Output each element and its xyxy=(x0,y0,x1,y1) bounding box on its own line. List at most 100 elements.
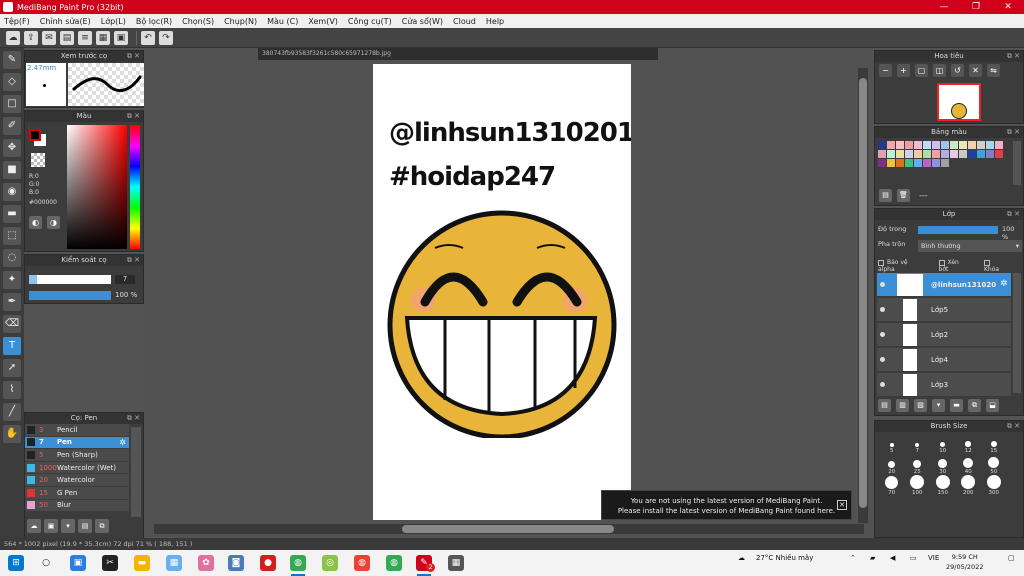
system-clock[interactable]: 9:59 CH 29/05/2022 xyxy=(946,552,983,572)
brush-size-value[interactable]: 7 xyxy=(115,275,135,284)
fit-icon[interactable]: ▢ xyxy=(915,64,928,77)
record-icon[interactable]: ● xyxy=(260,555,276,571)
brush-size-option[interactable]: 15 xyxy=(981,433,1007,454)
brush-size-option[interactable]: 7 xyxy=(905,433,931,454)
palette-swatch[interactable] xyxy=(896,141,904,149)
scroll-thumb[interactable] xyxy=(402,525,614,533)
visibility-eye-icon[interactable] xyxy=(880,307,885,312)
brush-item[interactable]: 5 Pen (Sharp) xyxy=(25,449,129,462)
select-pen-tool-icon[interactable]: ✒ xyxy=(3,293,21,311)
brush-size-option[interactable]: 200 xyxy=(956,475,982,496)
brush-size-option[interactable]: 300 xyxy=(981,475,1007,496)
brush-size-option[interactable]: 100 xyxy=(905,475,931,496)
fill-shape-tool-icon[interactable]: ■ xyxy=(3,161,21,179)
lock-checkbox[interactable]: Khóa xyxy=(984,259,1014,273)
close-icon[interactable]: ✕ xyxy=(837,500,847,510)
redo-icon[interactable]: ↷ xyxy=(159,30,173,45)
duplicate-brush-icon[interactable]: ▤ xyxy=(78,519,92,533)
visibility-eye-icon[interactable] xyxy=(880,357,885,362)
palette-swatch[interactable] xyxy=(959,150,967,158)
comment-icon[interactable]: ✉ xyxy=(42,30,56,45)
color-history-icon[interactable]: ◑ xyxy=(47,216,60,229)
palette-swatch[interactable] xyxy=(977,141,985,149)
layer-row[interactable]: Lớp2 xyxy=(877,323,1011,347)
palette-scrollbar[interactable] xyxy=(1013,141,1021,185)
palette-swatch[interactable] xyxy=(986,150,994,158)
menu-filter[interactable]: Bộ lọc(R) xyxy=(136,17,172,26)
palette-swatch[interactable] xyxy=(914,159,922,167)
palette-swatch[interactable] xyxy=(905,141,913,149)
brush-item[interactable]: 1000 Watercolor (Wet) xyxy=(25,461,129,475)
document-tab[interactable]: 380743fb93583f3261c580c65971278b.jpg xyxy=(258,48,658,60)
palette-swatch[interactable] xyxy=(968,150,976,158)
palette-swatch[interactable] xyxy=(887,150,895,158)
palette-swatch[interactable] xyxy=(968,141,976,149)
panel-close-icon[interactable]: ⧉ ✕ xyxy=(127,111,140,122)
layer-row[interactable]: Lớp3 xyxy=(877,373,1011,397)
palette-swatch[interactable] xyxy=(941,141,949,149)
palette-swatch[interactable] xyxy=(896,150,904,158)
share-icon[interactable]: ⇪ xyxy=(24,30,38,45)
camera-icon[interactable]: ◙ xyxy=(228,555,244,571)
brush-size-option[interactable]: 70 xyxy=(879,475,905,496)
grid-icon[interactable]: ▦ xyxy=(96,30,110,45)
layer-row[interactable]: Lớp4 xyxy=(877,348,1011,372)
new-8bit-layer-icon[interactable]: ▧ xyxy=(914,399,927,412)
palette-swatch[interactable] xyxy=(950,150,958,158)
text-tool-icon[interactable]: T xyxy=(3,337,21,355)
brush-size-option[interactable]: 30 xyxy=(930,454,956,475)
menu-cloud[interactable]: Cloud xyxy=(453,17,476,26)
brush-size-option[interactable]: 20 xyxy=(879,454,905,475)
palette-swatch[interactable] xyxy=(941,150,949,158)
palette-swatch[interactable] xyxy=(914,150,922,158)
menu-color[interactable]: Màu (C) xyxy=(267,17,298,26)
visibility-eye-icon[interactable] xyxy=(880,282,885,287)
palette-swatch[interactable] xyxy=(959,141,967,149)
menu-view[interactable]: Xem(V) xyxy=(308,17,338,26)
clipping-checkbox[interactable]: Xén bớt xyxy=(938,259,976,273)
select-eraser-tool-icon[interactable]: ⌫ xyxy=(3,315,21,333)
layer-row[interactable]: @linhsun131020 ✲ xyxy=(877,273,1011,297)
brush-item[interactable]: 20 Watercolor xyxy=(25,474,129,487)
copy-brush-icon[interactable]: ⧉ xyxy=(95,519,109,533)
palette-swatch[interactable] xyxy=(923,150,931,158)
brush-item[interactable]: 50 Blur xyxy=(25,499,129,513)
palette-swatch[interactable] xyxy=(878,150,886,158)
gear-icon[interactable]: ✲ xyxy=(1000,279,1008,289)
calculator-icon[interactable]: ▦ xyxy=(448,555,464,571)
menu-layer[interactable]: Lớp(L) xyxy=(101,17,126,26)
merge-layer-icon[interactable]: ⬓ xyxy=(986,399,999,412)
brush-tool-icon[interactable]: ✎ xyxy=(3,51,21,69)
palette-swatch[interactable] xyxy=(995,150,1003,158)
duplicate-layer-icon[interactable]: ⧉ xyxy=(968,399,981,412)
menu-select[interactable]: Chọn(S) xyxy=(182,17,214,26)
maximize-button[interactable]: ❐ xyxy=(960,0,992,14)
brush-item[interactable]: 3 Pencil xyxy=(25,424,129,437)
layer-opacity-slider[interactable] xyxy=(918,226,998,234)
brush-size-option[interactable]: 25 xyxy=(905,454,931,475)
canvas-vertical-scrollbar[interactable] xyxy=(858,68,868,523)
protect-alpha-checkbox[interactable]: Bảo vệ alpha xyxy=(878,259,931,273)
brush-size-option[interactable]: 10 xyxy=(930,433,956,454)
menu-edit[interactable]: Chỉnh sửa(E) xyxy=(40,17,91,26)
list-icon[interactable]: ≡ xyxy=(78,30,92,45)
start-icon[interactable]: ⊞ xyxy=(8,555,24,571)
lasso-tool-icon[interactable]: ◌ xyxy=(3,249,21,267)
brush-size-option[interactable]: 5 xyxy=(879,433,905,454)
select-tool-icon[interactable]: ⬚ xyxy=(3,227,21,245)
gradient-tool-icon[interactable]: ▬ xyxy=(3,205,21,223)
layer-menu-icon[interactable]: ▾ xyxy=(932,399,945,412)
operation-tool-icon[interactable]: ➚ xyxy=(3,359,21,377)
zoom-in-icon[interactable]: + xyxy=(897,64,910,77)
layer-row[interactable]: Lớp5 xyxy=(877,298,1011,322)
palette-swatch[interactable] xyxy=(914,141,922,149)
move-tool-icon[interactable]: ✥ xyxy=(3,139,21,157)
menu-help[interactable]: Help xyxy=(486,17,504,26)
palette-swatch[interactable] xyxy=(905,159,913,167)
palette-swatch[interactable] xyxy=(986,141,994,149)
brush-list-scrollbar[interactable] xyxy=(131,427,141,517)
menu-tools[interactable]: Công cụ(T) xyxy=(348,17,392,26)
palette-swatch[interactable] xyxy=(923,141,931,149)
brush-size-option[interactable]: 50 xyxy=(981,454,1007,475)
app-icon[interactable]: ▣ xyxy=(70,555,86,571)
